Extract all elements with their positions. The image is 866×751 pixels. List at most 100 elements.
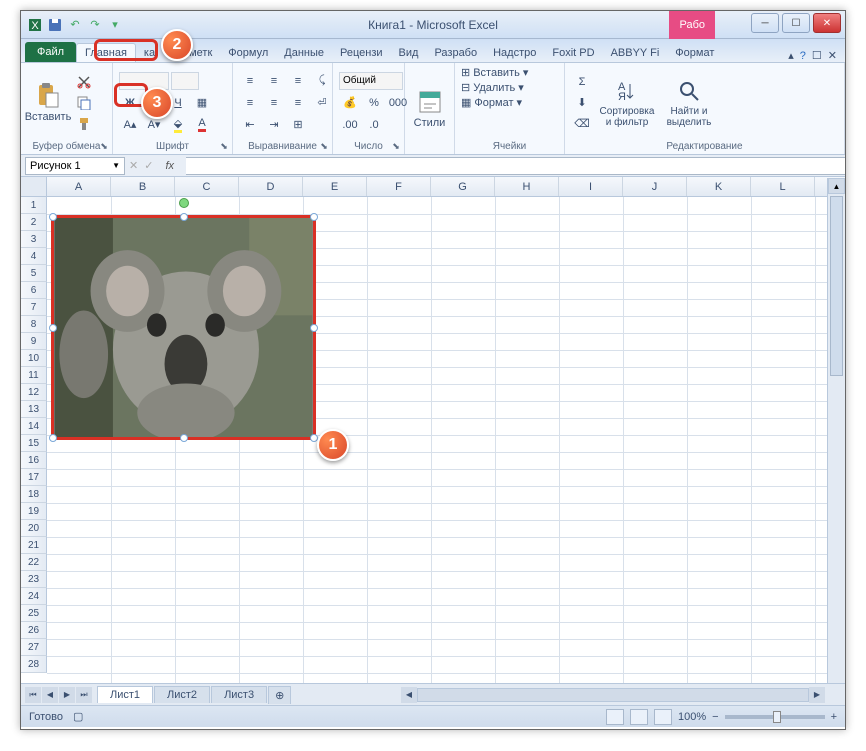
resize-handle-sw[interactable] — [49, 434, 57, 442]
autosum-icon[interactable]: Σ — [571, 73, 593, 91]
wrap-text-icon[interactable]: ⏎ — [311, 94, 333, 112]
column-header[interactable]: J — [623, 177, 687, 196]
tab-developer[interactable]: Разрабо — [426, 44, 485, 62]
column-header[interactable]: I — [559, 177, 623, 196]
align-bottom-icon[interactable]: ≡ — [287, 72, 309, 90]
tab-view[interactable]: Вид — [391, 44, 427, 62]
row-header[interactable]: 17 — [21, 469, 47, 486]
page-layout-view-icon[interactable] — [630, 709, 648, 725]
sheet-tab-2[interactable]: Лист2 — [154, 686, 210, 703]
row-header[interactable]: 21 — [21, 537, 47, 554]
row-header[interactable]: 1 — [21, 197, 47, 214]
paste-button[interactable]: Вставить — [27, 66, 69, 139]
row-header[interactable]: 11 — [21, 367, 47, 384]
page-break-view-icon[interactable] — [654, 709, 672, 725]
scroll-up-icon[interactable]: ▲ — [828, 178, 845, 194]
rotation-handle[interactable] — [179, 198, 189, 208]
tab-foxit[interactable]: Foxit PD — [544, 44, 602, 62]
row-header[interactable]: 4 — [21, 248, 47, 265]
row-header[interactable]: 13 — [21, 401, 47, 418]
resize-handle-n[interactable] — [180, 213, 188, 221]
name-box-dropdown-icon[interactable]: ▼ — [112, 161, 120, 170]
contextual-tab-picture[interactable]: Рабо — [669, 11, 715, 39]
border-button[interactable]: ▦ — [191, 94, 213, 112]
restore-workbook-icon[interactable]: ☐ — [812, 49, 822, 62]
row-header[interactable]: 25 — [21, 605, 47, 622]
resize-handle-s[interactable] — [180, 434, 188, 442]
scroll-right-icon[interactable]: ▶ — [809, 687, 825, 703]
scroll-left-icon[interactable]: ◀ — [401, 687, 417, 703]
number-format-combo[interactable]: Общий — [339, 72, 403, 90]
row-header[interactable]: 15 — [21, 435, 47, 452]
tab-home[interactable]: Главная — [76, 43, 136, 62]
zoom-level[interactable]: 100% — [678, 711, 706, 723]
minimize-ribbon-icon[interactable]: ▴ — [788, 49, 794, 62]
help-icon[interactable]: ? — [800, 50, 806, 62]
tab-abbyy[interactable]: ABBYY Fi — [603, 44, 668, 62]
font-color-button[interactable]: A — [191, 116, 213, 134]
percent-icon[interactable]: % — [363, 94, 385, 112]
row-header[interactable]: 12 — [21, 384, 47, 401]
row-header[interactable]: 26 — [21, 622, 47, 639]
row-header[interactable]: 10 — [21, 350, 47, 367]
sheet-tab-3[interactable]: Лист3 — [211, 686, 267, 703]
column-header[interactable]: F — [367, 177, 431, 196]
close-workbook-icon[interactable]: ✕ — [828, 49, 837, 62]
hscroll-track[interactable] — [417, 688, 809, 702]
column-header[interactable]: E — [303, 177, 367, 196]
normal-view-icon[interactable] — [606, 709, 624, 725]
decrease-decimal-icon[interactable]: .0 — [363, 116, 385, 134]
tab-data[interactable]: Данные — [276, 44, 332, 62]
row-header[interactable]: 3 — [21, 231, 47, 248]
increase-font-icon[interactable]: A▴ — [119, 116, 141, 134]
row-header[interactable]: 7 — [21, 299, 47, 316]
row-header[interactable]: 2 — [21, 214, 47, 231]
scroll-thumb[interactable] — [830, 196, 843, 376]
row-header[interactable]: 27 — [21, 639, 47, 656]
styles-button[interactable]: Стили — [411, 66, 448, 152]
column-header[interactable]: A — [47, 177, 111, 196]
row-header[interactable]: 5 — [21, 265, 47, 282]
align-left-icon[interactable]: ≡ — [239, 94, 261, 112]
row-header[interactable]: 8 — [21, 316, 47, 333]
row-header[interactable]: 24 — [21, 588, 47, 605]
close-button[interactable]: ✕ — [813, 13, 841, 33]
align-right-icon[interactable]: ≡ — [287, 94, 309, 112]
next-sheet-icon[interactable]: ▶ — [59, 687, 75, 703]
decrease-indent-icon[interactable]: ⇤ — [239, 116, 261, 134]
bold-button[interactable]: Ж — [119, 94, 141, 112]
row-header[interactable]: 23 — [21, 571, 47, 588]
select-all-corner[interactable] — [21, 177, 47, 196]
last-sheet-icon[interactable]: ⏭ — [76, 687, 92, 703]
resize-handle-e[interactable] — [310, 324, 318, 332]
resize-handle-ne[interactable] — [310, 213, 318, 221]
enter-formula-icon[interactable]: ✓ — [144, 159, 153, 172]
orientation-icon[interactable]: ⤹ — [311, 72, 333, 90]
increase-indent-icon[interactable]: ⇥ — [263, 116, 285, 134]
font-launcher-icon[interactable]: ⬊ — [218, 140, 230, 152]
cells-insert-button[interactable]: ⊞Вставить▾ — [461, 66, 528, 79]
increase-decimal-icon[interactable]: .00 — [339, 116, 361, 134]
fill-icon[interactable]: ⬇ — [571, 94, 593, 112]
formula-input[interactable] — [186, 157, 845, 175]
zoom-slider[interactable] — [725, 715, 825, 719]
maximize-button[interactable]: ☐ — [782, 13, 810, 33]
first-sheet-icon[interactable]: ⏮ — [25, 687, 41, 703]
sort-filter-button[interactable]: AЯ Сортировка и фильтр — [597, 66, 657, 139]
format-painter-button[interactable] — [73, 115, 95, 133]
sheet-tab-1[interactable]: Лист1 — [97, 686, 153, 703]
align-middle-icon[interactable]: ≡ — [263, 72, 285, 90]
tab-file[interactable]: Файл — [25, 42, 76, 62]
macro-record-icon[interactable]: ▢ — [73, 710, 83, 723]
tab-addins[interactable]: Надстро — [485, 44, 544, 62]
resize-handle-nw[interactable] — [49, 213, 57, 221]
column-header[interactable]: G — [431, 177, 495, 196]
column-header[interactable]: D — [239, 177, 303, 196]
row-header[interactable]: 22 — [21, 554, 47, 571]
column-header[interactable]: H — [495, 177, 559, 196]
row-header[interactable]: 6 — [21, 282, 47, 299]
column-header[interactable]: L — [751, 177, 815, 196]
worksheet-grid[interactable]: ABCDEFGHIJKL 123456789101112131415161718… — [21, 177, 845, 683]
font-size-combo[interactable] — [171, 72, 199, 90]
row-header[interactable]: 18 — [21, 486, 47, 503]
